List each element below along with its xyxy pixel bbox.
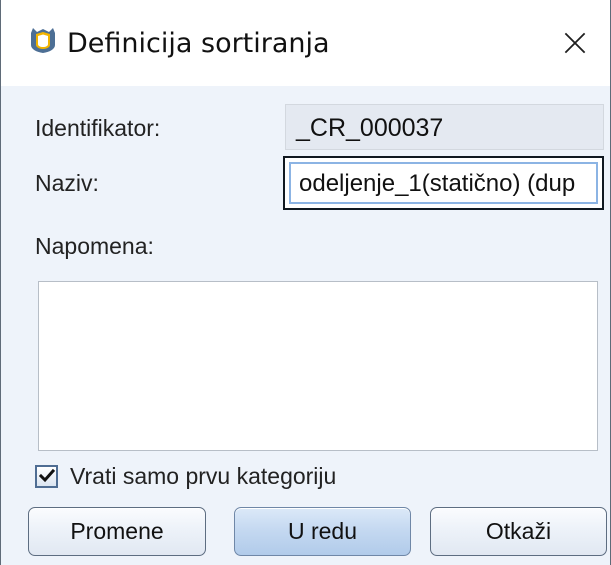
dialog-title: Definicija sortiranja xyxy=(67,28,330,59)
name-label: Naziv: xyxy=(35,170,99,196)
changes-button[interactable]: Promene xyxy=(28,507,206,556)
name-field[interactable]: odeljenje_1(statično) (dup xyxy=(283,156,604,210)
note-textarea[interactable] xyxy=(38,281,598,451)
title-bar: Definicija sortiranja xyxy=(1,0,610,86)
only-first-category-checkbox-row[interactable]: Vrati samo prvu kategoriju xyxy=(35,460,336,492)
cancel-button[interactable]: Otkaži xyxy=(430,507,607,556)
identifier-label: Identifikator: xyxy=(35,115,161,141)
only-first-category-label: Vrati samo prvu kategoriju xyxy=(70,463,337,489)
note-label: Napomena: xyxy=(35,233,154,259)
dialog-window: Definicija sortiranja Identifikator: _CR… xyxy=(0,0,611,565)
name-field-value[interactable]: odeljenje_1(statično) (dup xyxy=(289,162,598,204)
app-shield-icon xyxy=(31,28,55,53)
identifier-field: _CR_000037 xyxy=(285,104,604,150)
only-first-category-checkbox[interactable] xyxy=(35,464,58,488)
close-icon xyxy=(564,32,586,54)
checkmark-icon xyxy=(38,468,55,483)
close-button[interactable] xyxy=(540,0,610,86)
ok-button[interactable]: U redu xyxy=(234,507,411,556)
